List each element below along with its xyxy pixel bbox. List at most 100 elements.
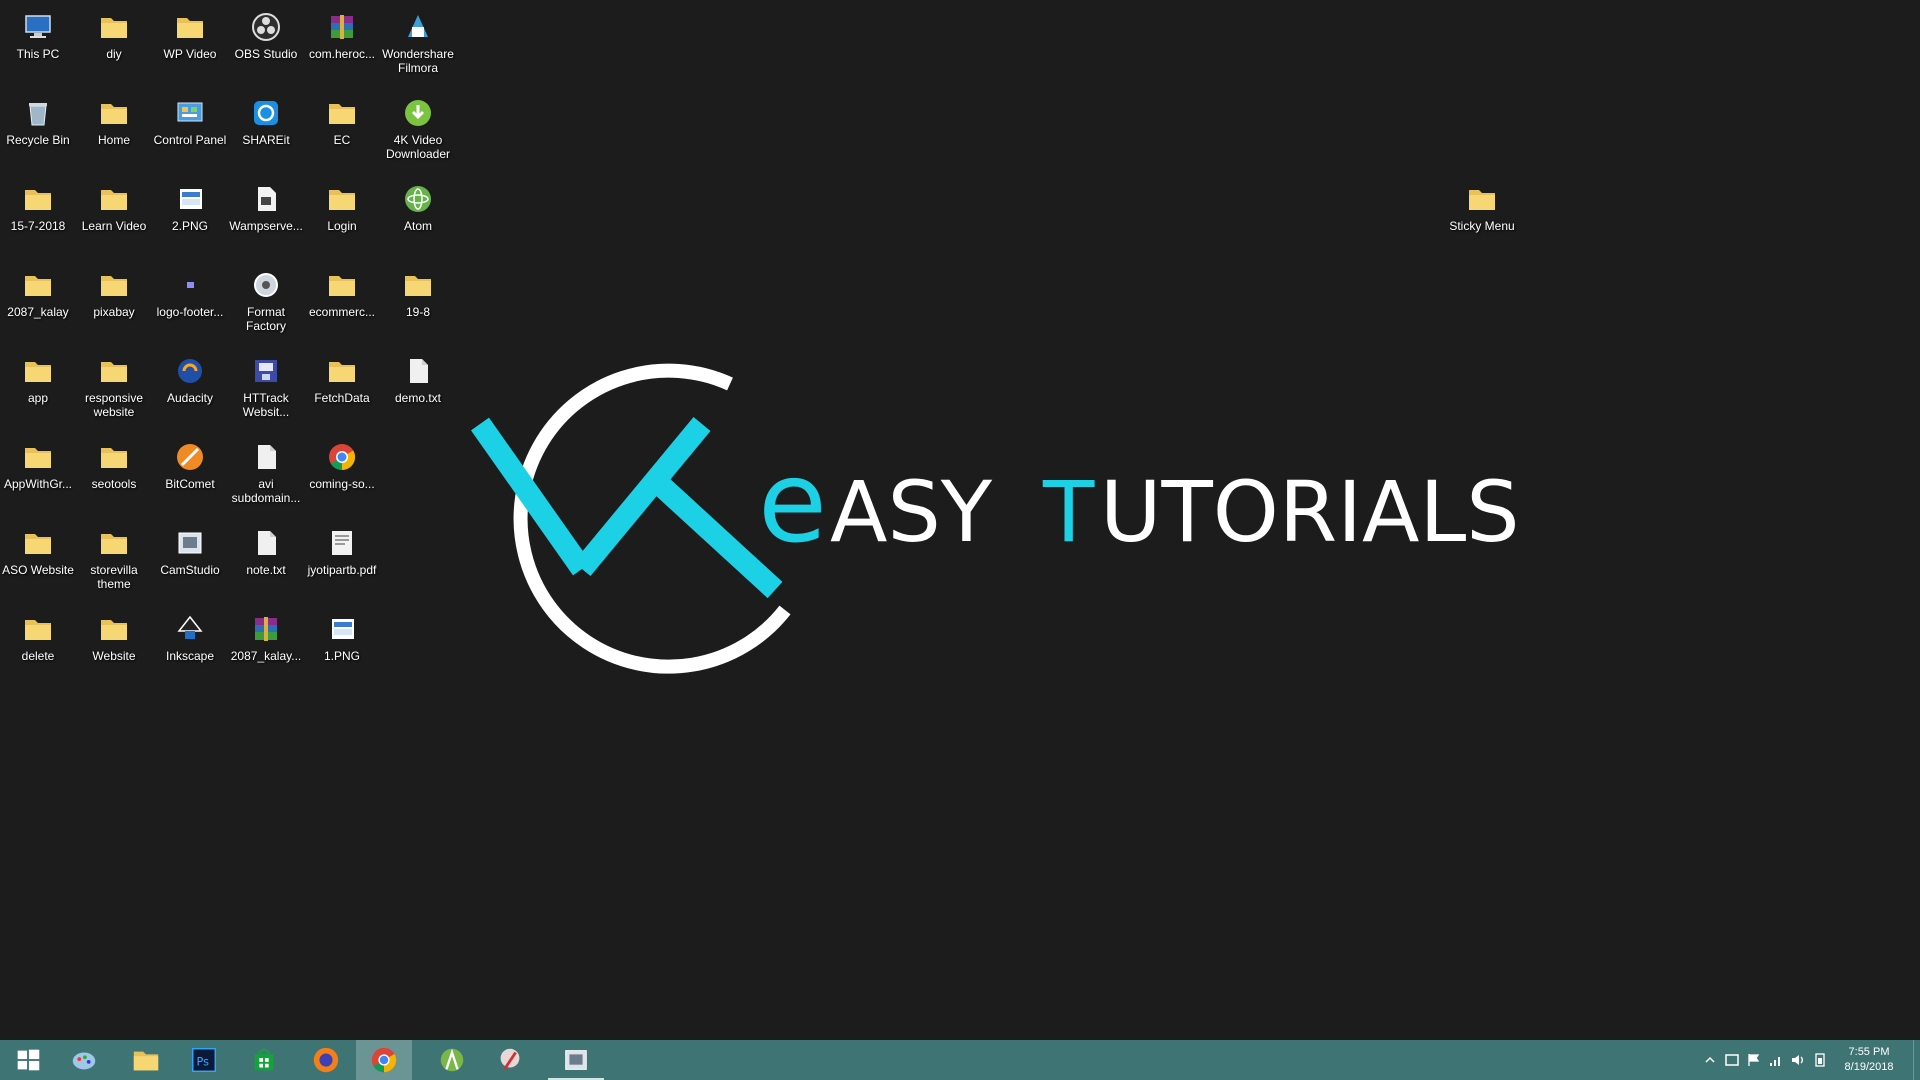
taskbar-photoshop-button[interactable]: Ps <box>176 1040 232 1080</box>
audacity-icon <box>173 354 207 388</box>
desktop-icon-ecommerc[interactable]: ecommerc... <box>302 262 382 346</box>
desktop-icon-1-png[interactable]: 1.PNG <box>302 606 382 690</box>
desktop-icon-wondershare-filmora[interactable]: Wondershare Filmora <box>378 4 458 88</box>
desktop-icon-shareit[interactable]: SHAREit <box>226 90 306 174</box>
brush-icon <box>495 1045 525 1075</box>
desktop-icon-4k-video-downloader[interactable]: 4K Video Downloader <box>378 90 458 174</box>
desktop-icon-obs-studio[interactable]: OBS Studio <box>226 4 306 88</box>
desktop-icon-19-8[interactable]: 19-8 <box>378 262 458 346</box>
desktop-icon-2087-kalay[interactable]: 2087_kalay... <box>226 606 306 690</box>
desktop-icon-label: Atom <box>403 219 432 233</box>
desktop-icon-bitcomet[interactable]: BitComet <box>150 434 230 518</box>
desktop-icon-seotools[interactable]: seotools <box>74 434 154 518</box>
desktop-icon-label: ASO Website <box>2 563 74 577</box>
battery-icon[interactable] <box>1809 1040 1831 1080</box>
desktop-icon-ec[interactable]: EC <box>302 90 382 174</box>
taskbar-file-explorer-button[interactable] <box>118 1040 174 1080</box>
desktop-icon-label: ecommerc... <box>308 305 375 319</box>
taskbar-android-studio-button[interactable] <box>424 1040 480 1080</box>
logo-t-bar <box>647 471 783 599</box>
desktop-icon-label: 2087_kalay... <box>230 649 302 663</box>
desktop-icon-this-pc[interactable]: This PC <box>0 4 78 88</box>
desktop-icon-label: 19-8 <box>405 305 431 319</box>
logo-letter-e: e <box>758 438 827 568</box>
desktop-icon-label: Website <box>92 649 136 663</box>
desktop-icon-com-heroc[interactable]: com.heroc... <box>302 4 382 88</box>
desktop-icon-label: SHAREit <box>242 133 290 147</box>
desktop-icon-website[interactable]: Website <box>74 606 154 690</box>
video-icon[interactable] <box>1721 1040 1743 1080</box>
filmora-icon <box>401 10 435 44</box>
taskbar-store-button[interactable] <box>236 1040 292 1080</box>
desktop-icon-wampserve[interactable]: Wampserve... <box>226 176 306 260</box>
desktop-icon-appwithgr[interactable]: AppWithGr... <box>0 434 78 518</box>
desktop-icon-logo-footer[interactable]: logo-footer... <box>150 262 230 346</box>
recycle-bin-icon <box>21 96 55 130</box>
network-icon[interactable] <box>1765 1040 1787 1080</box>
taskbar-chrome-button[interactable] <box>356 1040 412 1080</box>
desktop-icon-label: CamStudio <box>160 563 220 577</box>
desktop-icon-jyotipartb-pdf[interactable]: jyotipartb.pdf <box>302 520 382 604</box>
desktop-icon-label: 15-7-2018 <box>10 219 66 233</box>
desktop-icon-label: OBS Studio <box>234 47 298 61</box>
desktop-icon-label: pixabay <box>93 305 135 319</box>
desktop-icon-label: Wampserve... <box>229 219 303 233</box>
desktop-icon-coming-so[interactable]: coming-so... <box>302 434 382 518</box>
desktop-icon-note-txt[interactable]: note.txt <box>226 520 306 604</box>
desktop-icon-label: avi subdomain... <box>231 477 301 505</box>
desktop-icon-app[interactable]: app <box>0 348 78 432</box>
desktop-icon-demo-txt[interactable]: demo.txt <box>378 348 458 432</box>
desktop-icon-2-png[interactable]: 2.PNG <box>150 176 230 260</box>
folder-icon <box>97 10 131 44</box>
desktop-icon-pixabay[interactable]: pixabay <box>74 262 154 346</box>
desktop-icon-learn-video[interactable]: Learn Video <box>74 176 154 260</box>
flag-icon[interactable] <box>1743 1040 1765 1080</box>
desktop-icon-aso-website[interactable]: ASO Website <box>0 520 78 604</box>
desktop-icon-httrack-websit[interactable]: HTTrack Websit... <box>226 348 306 432</box>
desktop-icon-15-7-2018[interactable]: 15-7-2018 <box>0 176 78 260</box>
logo-svg: e ASY T UTORIALS <box>471 363 1520 674</box>
desktop-icon-inkscape[interactable]: Inkscape <box>150 606 230 690</box>
clock[interactable]: 7:55 PM 8/19/2018 <box>1831 1040 1907 1080</box>
httrack-icon <box>249 354 283 388</box>
chevron-up-icon[interactable] <box>1699 1040 1721 1080</box>
folder-icon <box>21 440 55 474</box>
desktop-icon-format-factory[interactable]: Format Factory <box>226 262 306 346</box>
desktop-icon-audacity[interactable]: Audacity <box>150 348 230 432</box>
desktop-icon-fetchdata[interactable]: FetchData <box>302 348 382 432</box>
desktop-icon-label: Learn Video <box>81 219 147 233</box>
desktop-icon-label: Login <box>327 219 357 233</box>
desktop-icon-camstudio[interactable]: CamStudio <box>150 520 230 604</box>
winrar-icon <box>249 612 283 646</box>
desktop-icon-label: com.heroc... <box>308 47 376 61</box>
taskbar-paint-brush-button[interactable] <box>482 1040 538 1080</box>
folder-icon <box>325 96 359 130</box>
taskbar-camstudio-button[interactable] <box>548 1040 604 1080</box>
show-desktop-button[interactable] <box>1913 1040 1920 1080</box>
desktop-icon-storevilla-theme[interactable]: storevilla theme <box>74 520 154 604</box>
atom-icon <box>401 182 435 216</box>
desktop-icon-atom[interactable]: Atom <box>378 176 458 260</box>
taskbar-paint-button[interactable] <box>56 1040 112 1080</box>
downloader-icon <box>401 96 435 130</box>
desktop-icon-sticky-menu[interactable]: Sticky Menu <box>1442 176 1522 260</box>
desktop-icon-avi-subdomain[interactable]: avi subdomain... <box>226 434 306 518</box>
obs-icon <box>249 10 283 44</box>
desktop-icon-responsive-website[interactable]: responsive website <box>74 348 154 432</box>
desktop-icon-control-panel[interactable]: Control Panel <box>150 90 230 174</box>
taskbar: Ps 7:55 PM 8/19/2018 <box>0 1040 1920 1080</box>
document-icon <box>249 182 283 216</box>
desktop-icon-delete[interactable]: delete <box>0 606 78 690</box>
desktop-icon-recycle-bin[interactable]: Recycle Bin <box>0 90 78 174</box>
desktop-icon-2087-kalay[interactable]: 2087_kalay <box>0 262 78 346</box>
desktop-icon-wp-video[interactable]: WP Video <box>150 4 230 88</box>
taskbar-start-button[interactable] <box>0 1040 56 1080</box>
desktop-icon-home[interactable]: Home <box>74 90 154 174</box>
desktop-icon-label: note.txt <box>246 563 286 577</box>
volume-icon[interactable] <box>1787 1040 1809 1080</box>
desktop: This PC diy WP Video OBS Studio com.heroc...… <box>0 0 1920 1040</box>
desktop-icon-diy[interactable]: diy <box>74 4 154 88</box>
desktop-icon-login[interactable]: Login <box>302 176 382 260</box>
taskbar-firefox-button[interactable] <box>298 1040 354 1080</box>
android-studio-icon <box>437 1045 467 1075</box>
